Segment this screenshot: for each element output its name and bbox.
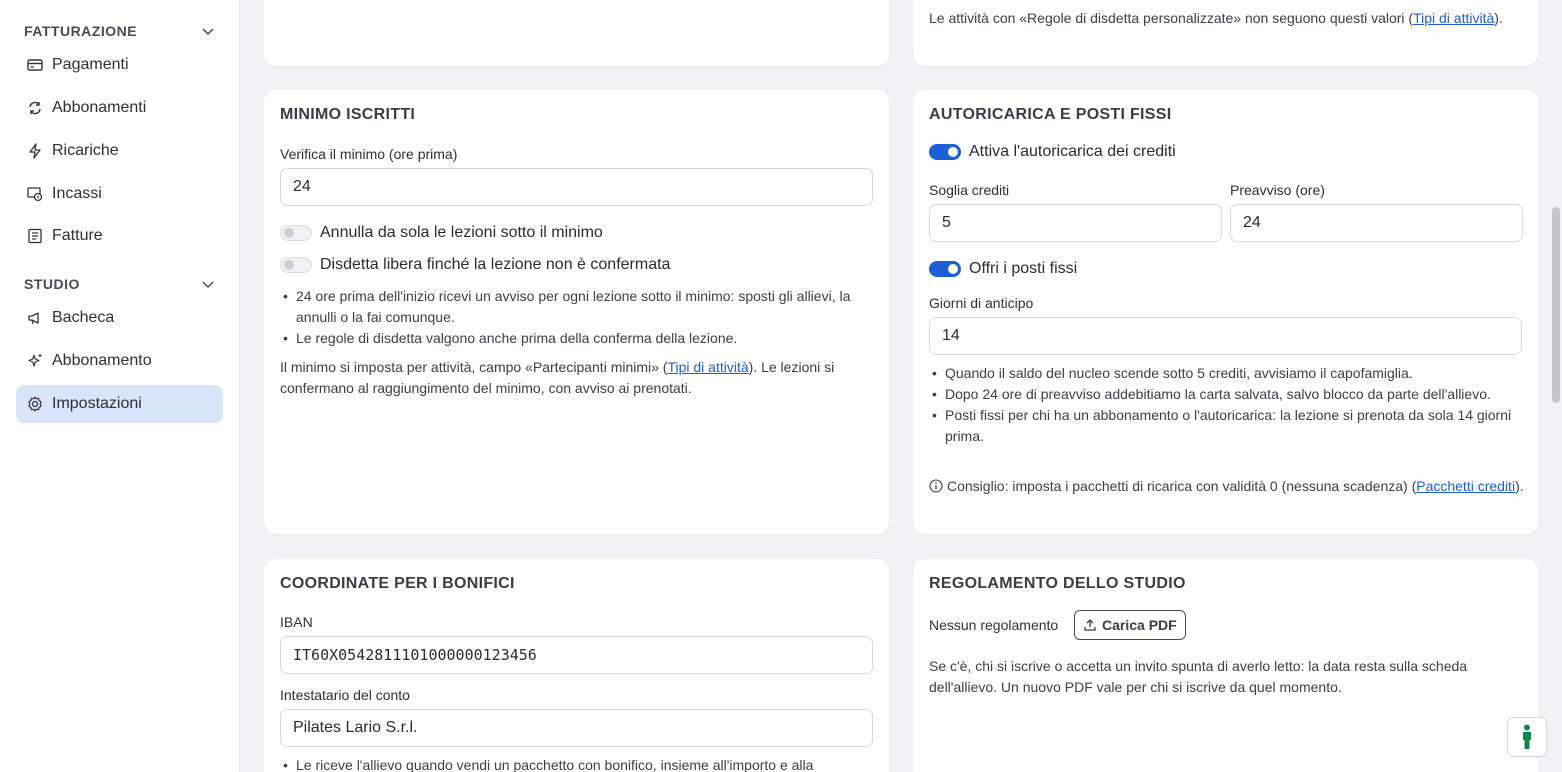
list-item: 24 ore prima dell'inizio ricevi un avvis… — [280, 286, 860, 328]
sidebar-item-abbonamenti[interactable]: Abbonamenti — [16, 89, 223, 127]
section-title: STUDIO — [24, 276, 80, 292]
account-holder-label: Intestatario del conto — [280, 687, 410, 703]
scrollbar-track[interactable] — [1550, 0, 1562, 772]
list-item: Quando il saldo del nucleo scende sotto … — [929, 363, 1519, 384]
iban-label: IBAN — [280, 614, 313, 630]
auto-recharge-toggle[interactable] — [929, 144, 961, 160]
autoricarica-info-list: Quando il saldo del nucleo scende sotto … — [929, 363, 1519, 447]
auto-cancel-toggle-row[interactable]: Annulla da sola le lezioni sotto il mini… — [280, 224, 603, 242]
card-top-left — [264, 0, 889, 66]
regulation-note: Se c'è, chi si iscrive o accetta un invi… — [929, 658, 1468, 695]
fixed-seats-toggle[interactable] — [929, 261, 961, 277]
autoricarica-tip: Consiglio: imposta i pacchetti di ricari… — [929, 476, 1525, 497]
credit-threshold-label: Soglia crediti — [929, 182, 1010, 198]
sidebar-item-impostazioni[interactable]: Impostazioni — [16, 385, 223, 423]
sidebar-item-label: Abbonamento — [52, 352, 152, 369]
sidebar-item-label: Pagamenti — [52, 56, 129, 73]
info-icon — [929, 479, 943, 493]
advance-days-label: Giorni di anticipo — [929, 295, 1034, 311]
fixed-seats-toggle-row[interactable]: Offri i posti fissi — [929, 260, 1077, 278]
toggle-label: Offri i posti fissi — [969, 260, 1078, 277]
sidebar-item-incassi[interactable]: Incassi — [16, 175, 223, 213]
cash-icon — [27, 187, 43, 202]
advance-days-input[interactable]: 14 — [929, 317, 1522, 355]
list-item: Dopo 24 ore di preavviso addebitiamo la … — [929, 384, 1519, 405]
upload-icon — [1084, 619, 1096, 631]
activity-types-link[interactable]: Tipi di attività — [1413, 10, 1494, 26]
notice-hours-input[interactable]: 24 — [1230, 204, 1523, 242]
sidebar-item-label: Bacheca — [52, 309, 115, 326]
bonifici-info-list: Le riceve l'allievo quando vendi un pacc… — [280, 755, 870, 772]
custom-rules-note: Le attività con «Regole di disdetta pers… — [929, 10, 1503, 26]
activity-types-link[interactable]: Tipi di attività — [667, 359, 748, 375]
sidebar-item-label: Ricariche — [52, 142, 119, 159]
iban-input[interactable]: IT60X0542811101000000123456 — [280, 636, 873, 674]
card-title: MINIMO ISCRITTI — [280, 106, 416, 123]
accessibility-person-icon — [1523, 724, 1531, 749]
regulation-status: Nessun regolamento — [929, 617, 1059, 633]
sidebar-item-label: Impostazioni — [52, 395, 142, 412]
card-title: AUTORICARICA E POSTI FISSI — [929, 106, 1172, 123]
sparkles-icon — [28, 354, 42, 367]
list-item: Le riceve l'allievo quando vendi un pacc… — [280, 755, 870, 772]
sidebar-item-pagamenti[interactable]: Pagamenti — [16, 46, 223, 84]
card-title: REGOLAMENTO DELLO STUDIO — [929, 575, 1186, 592]
sidebar-item-label: Incassi — [52, 185, 102, 202]
card-bonifici: COORDINATE PER I BONIFICI IBAN IT60X0542… — [264, 559, 889, 772]
auto-recharge-toggle-row[interactable]: Attiva l'autoricarica dei crediti — [929, 143, 1176, 161]
toggle-label: Attiva l'autoricarica dei crediti — [969, 143, 1176, 160]
check-hours-label: Verifica il minimo (ore prima) — [280, 146, 458, 162]
upload-pdf-label: Carica PDF — [1102, 617, 1177, 633]
sidebar: FATTURAZIONE Pagamenti Abbonamenti Ricar… — [0, 0, 240, 772]
lightning-icon — [29, 143, 41, 159]
sidebar-item-abbonamento[interactable]: Abbonamento — [16, 342, 223, 380]
card-top-right: Le attività con «Regole di disdetta pers… — [913, 0, 1538, 66]
sidebar-item-ricariche[interactable]: Ricariche — [16, 132, 223, 170]
upload-pdf-button[interactable]: Carica PDF — [1074, 610, 1186, 640]
minimo-info-list: 24 ore prima dell'inizio ricevi un avvis… — [280, 286, 860, 349]
sidebar-item-label: Abbonamenti — [52, 99, 147, 116]
card-autoricarica: AUTORICARICA E POSTI FISSI Attiva l'auto… — [913, 90, 1538, 534]
free-cancel-toggle[interactable] — [280, 257, 312, 273]
sidebar-item-bacheca[interactable]: Bacheca — [16, 299, 223, 337]
toggle-label: Annulla da sola le lezioni sotto il mini… — [320, 224, 603, 241]
list-item: Le regole di disdetta valgono anche prim… — [280, 328, 860, 349]
section-header-studio[interactable]: STUDIO — [24, 274, 216, 294]
invoice-icon — [28, 228, 42, 244]
minimo-note: Il minimo si imposta per attività, campo… — [280, 359, 835, 396]
section-title: FATTURAZIONE — [24, 23, 138, 39]
card-title: COORDINATE PER I BONIFICI — [280, 575, 515, 592]
help-button[interactable] — [1507, 717, 1547, 757]
scrollbar-thumb[interactable] — [1552, 207, 1560, 403]
sidebar-item-label: Fatture — [52, 227, 103, 244]
check-hours-input[interactable]: 24 — [280, 168, 873, 206]
free-cancel-toggle-row[interactable]: Disdetta libera finché la lezione non è … — [280, 256, 670, 274]
card-regolamento: REGOLAMENTO DELLO STUDIO Nessun regolame… — [913, 559, 1538, 772]
section-header-fatturazione[interactable]: FATTURAZIONE — [24, 21, 216, 41]
credit-packages-link[interactable]: Pacchetti crediti — [1416, 478, 1515, 494]
megaphone-icon — [28, 312, 39, 325]
list-item: Posti fissi per chi ha un abbonamento o … — [929, 405, 1519, 447]
gear-icon — [28, 396, 42, 412]
chevron-down-icon — [202, 281, 214, 289]
sidebar-item-fatture[interactable]: Fatture — [16, 217, 223, 255]
account-holder-input[interactable]: Pilates Lario S.r.l. — [280, 709, 873, 747]
card-minimo-iscritti: MINIMO ISCRITTI Verifica il minimo (ore … — [264, 90, 889, 534]
credit-threshold-input[interactable]: 5 — [929, 204, 1222, 242]
toggle-label: Disdetta libera finché la lezione non è … — [320, 256, 671, 273]
credit-card-icon — [27, 59, 43, 71]
notice-hours-label: Preavviso (ore) — [1230, 182, 1325, 198]
chevron-down-icon — [202, 28, 214, 36]
auto-cancel-toggle[interactable] — [280, 225, 312, 241]
refresh-icon — [29, 101, 41, 115]
